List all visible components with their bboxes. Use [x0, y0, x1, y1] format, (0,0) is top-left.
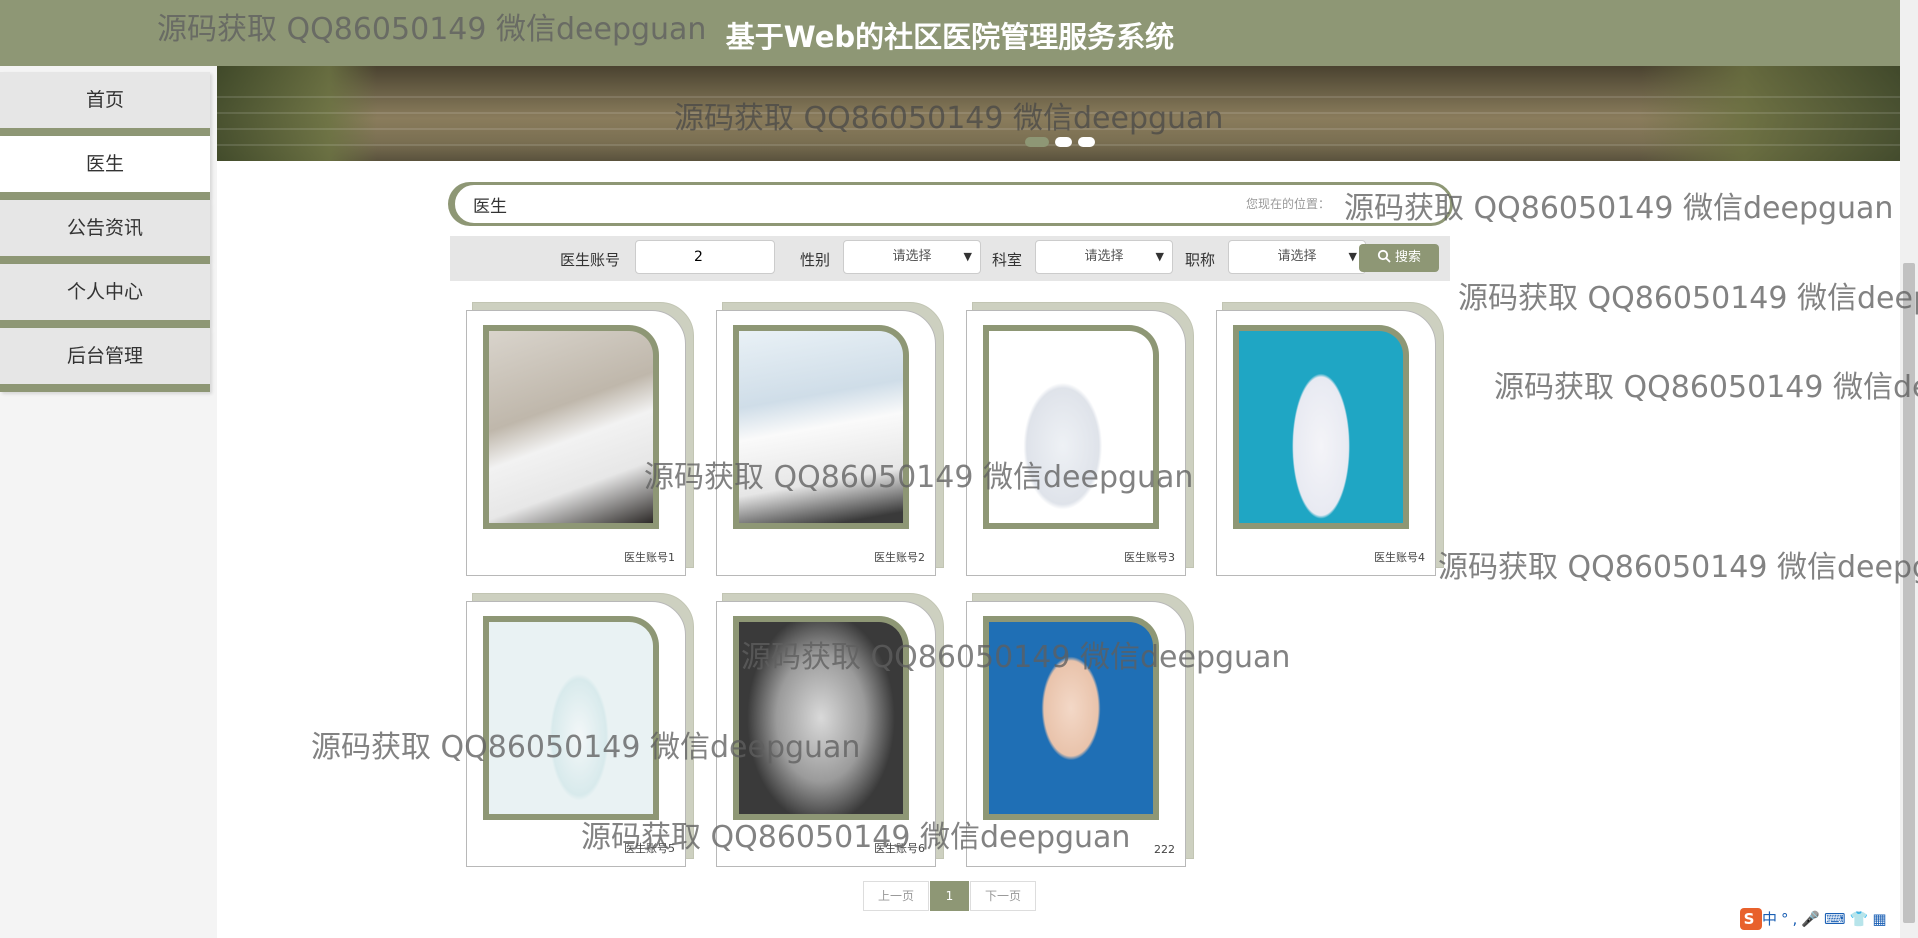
card-body: 医生账号3	[966, 310, 1186, 576]
photo-frame	[733, 616, 909, 820]
chevron-down-icon: ▼	[1155, 250, 1164, 263]
search-icon	[1377, 249, 1391, 263]
doctor-card[interactable]: 222	[966, 593, 1194, 869]
nav-item-news[interactable]: 公告资讯	[0, 200, 210, 264]
doctor-card[interactable]: 医生账号6	[716, 593, 944, 869]
grid-icon: ▦	[1872, 910, 1891, 928]
card-body: 222	[966, 601, 1186, 867]
nav-item-profile[interactable]: 个人中心	[0, 264, 210, 328]
sogou-icon: S	[1740, 908, 1762, 930]
gender-select-value: 请选择	[892, 249, 932, 264]
dept-select[interactable]: 请选择 ▼	[1035, 240, 1173, 274]
prev-page-button[interactable]: 上一页	[863, 881, 929, 911]
title-label: 职称	[1185, 251, 1216, 269]
nav-item-home[interactable]: 首页	[0, 72, 210, 136]
banner-step	[217, 96, 1900, 98]
doctor-caption: 医生账号4	[1374, 551, 1425, 564]
photo-frame	[483, 616, 659, 820]
scrollbar-thumb[interactable]	[1903, 263, 1915, 923]
doctor-card[interactable]: 医生账号5	[466, 593, 694, 869]
dept-select-value: 请选择	[1084, 249, 1124, 264]
section-title: 医生	[473, 197, 507, 217]
chevron-down-icon: ▼	[963, 250, 972, 263]
page-button-current[interactable]: 1	[930, 881, 969, 911]
chevron-down-icon: ▼	[1348, 250, 1357, 263]
search-button[interactable]: 搜索	[1359, 244, 1439, 272]
ime-toolbar[interactable]: S 中°,🎤⌨👕▦	[1740, 908, 1891, 930]
header-bar: 基于Web的社区医院管理服务系统	[0, 0, 1900, 66]
gender-select[interactable]: 请选择 ▼	[843, 240, 981, 274]
account-label: 医生账号	[560, 251, 621, 269]
section-title-bar: 医生 您现在的位置：	[452, 182, 1453, 226]
doctor-caption: 医生账号2	[874, 551, 925, 564]
sidebar: 首页 医生 公告资讯 个人中心 后台管理	[0, 66, 217, 938]
doctor-caption: 医生账号5	[624, 842, 675, 855]
dept-label: 科室	[992, 251, 1023, 269]
keyboard-icon: ⌨	[1823, 910, 1850, 928]
doctor-caption: 医生账号6	[874, 842, 925, 855]
nav-item-admin[interactable]: 后台管理	[0, 328, 210, 392]
next-page-button[interactable]: 下一页	[970, 881, 1036, 911]
doctor-card[interactable]: 医生账号4	[1216, 302, 1444, 578]
carousel-dot-2[interactable]	[1055, 137, 1072, 147]
banner-step	[217, 128, 1900, 130]
doctor-caption: 医生账号1	[624, 551, 675, 564]
title-select[interactable]: 请选择 ▼	[1228, 240, 1366, 274]
doctor-caption: 医生账号3	[1124, 551, 1175, 564]
card-body: 医生账号6	[716, 601, 936, 867]
doctor-photo	[989, 622, 1153, 814]
search-button-label: 搜索	[1394, 250, 1421, 265]
doctor-photo	[739, 622, 903, 814]
banner-step	[217, 112, 1900, 114]
card-body: 医生账号4	[1216, 310, 1436, 576]
doctor-caption: 222	[1154, 843, 1175, 856]
card-body: 医生账号1	[466, 310, 686, 576]
filter-bar: 医生账号 性别 请选择 ▼ 科室 请选择 ▼ 职称 请选择 ▼ 搜索	[450, 236, 1450, 281]
doctor-photo	[1239, 331, 1403, 523]
doctor-photo	[989, 331, 1153, 523]
photo-frame	[983, 616, 1159, 820]
nav-item-doctor[interactable]: 医生	[0, 136, 210, 200]
microphone-icon: 🎤	[1801, 910, 1824, 928]
carousel-dot-1[interactable]	[1025, 137, 1049, 147]
ime-language: 中	[1762, 910, 1782, 928]
photo-frame	[733, 325, 909, 529]
banner-carousel	[217, 66, 1900, 161]
title-select-value: 请选择	[1277, 249, 1317, 264]
card-body: 医生账号2	[716, 310, 936, 576]
photo-frame	[1233, 325, 1409, 529]
gender-label: 性别	[800, 251, 831, 269]
punctuation-icon: °,	[1781, 910, 1802, 928]
photo-frame	[983, 325, 1159, 529]
doctor-photo	[489, 331, 653, 523]
breadcrumb: 您现在的位置：	[1245, 197, 1330, 211]
doctor-card[interactable]: 医生账号1	[466, 302, 694, 578]
skin-icon: 👕	[1849, 910, 1873, 928]
doctor-card[interactable]: 医生账号3	[966, 302, 1194, 578]
doctor-photo	[489, 622, 653, 814]
doctor-photo	[739, 331, 903, 523]
card-body: 医生账号5	[466, 601, 686, 867]
photo-frame	[483, 325, 659, 529]
carousel-dot-3[interactable]	[1078, 137, 1095, 147]
main-content: 医生 您现在的位置： 医生账号 性别 请选择 ▼ 科室 请选择 ▼ 职称 请选择…	[217, 66, 1900, 938]
site-title: 基于Web的社区医院管理服务系统	[725, 20, 1175, 54]
carousel-dots	[1025, 132, 1101, 151]
page-scrollbar[interactable]	[1900, 0, 1918, 938]
account-input[interactable]	[635, 240, 775, 274]
doctor-card[interactable]: 医生账号2	[716, 302, 944, 578]
